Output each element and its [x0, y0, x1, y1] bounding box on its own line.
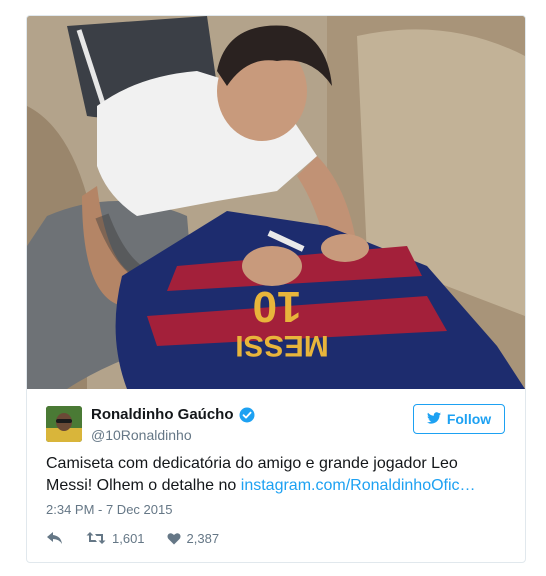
- jersey-number: 10: [253, 282, 302, 331]
- tweet-actions: 1,601 2,387: [46, 528, 241, 548]
- reply-icon: [46, 531, 64, 545]
- retweet-icon: [86, 531, 106, 545]
- like-count: 2,387: [186, 530, 220, 546]
- reply-button[interactable]: [46, 531, 64, 545]
- author-handle[interactable]: @10Ronaldinho: [91, 427, 192, 443]
- follow-button[interactable]: Follow: [413, 404, 505, 434]
- author-name[interactable]: Ronaldinho Gaúcho: [91, 406, 255, 423]
- tweet-card: 10 MESSI Ronaldinho Gaúcho @10Ronaldinho…: [26, 15, 526, 563]
- tweet-text: Camiseta com dedicatória do amigo e gran…: [46, 453, 506, 497]
- instagram-link[interactable]: instagram.com/RonaldinhoOfic…: [241, 477, 476, 494]
- verified-badge-icon: [239, 407, 255, 423]
- tweet-photo[interactable]: 10 MESSI: [27, 16, 525, 389]
- tweet-timestamp[interactable]: 2:34 PM - 7 Dec 2015: [46, 502, 172, 517]
- author-name-text: Ronaldinho Gaúcho: [91, 406, 234, 423]
- retweet-button[interactable]: 1,601: [86, 531, 145, 546]
- avatar[interactable]: [46, 406, 82, 442]
- like-button[interactable]: 2,387: [167, 530, 220, 546]
- retweet-count: 1,601: [112, 530, 145, 546]
- tweet-header: Ronaldinho Gaúcho @10Ronaldinho Follow: [27, 398, 525, 448]
- jersey-name: MESSI: [235, 329, 328, 362]
- twitter-bird-icon: [426, 411, 441, 427]
- like-heart-icon: [167, 532, 181, 545]
- follow-label: Follow: [446, 411, 492, 427]
